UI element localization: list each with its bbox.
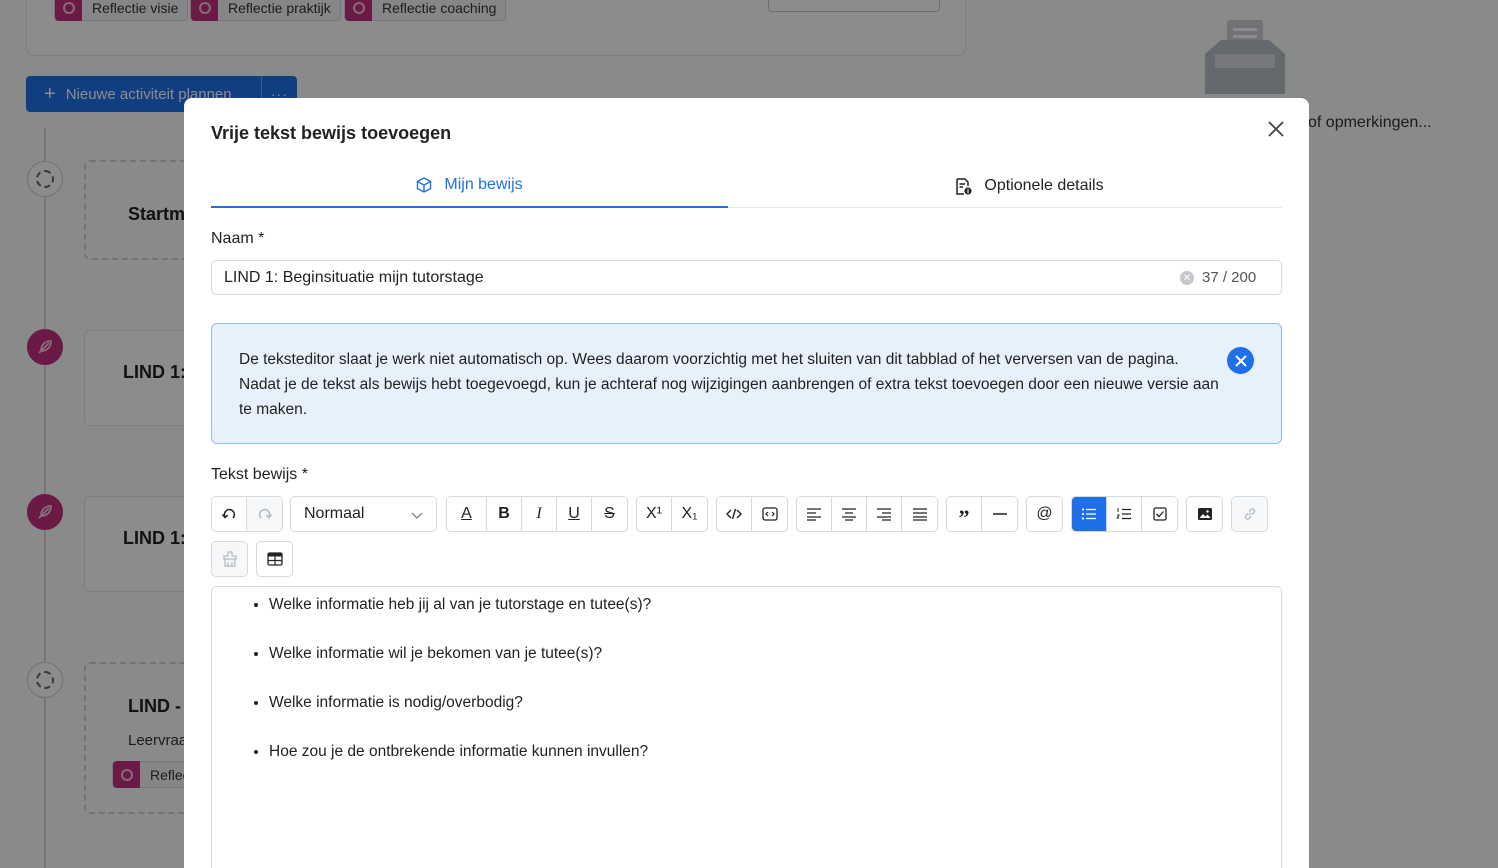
block-group: ”: [946, 496, 1018, 532]
name-input[interactable]: [224, 261, 1124, 294]
list-item: Welke informatie is nodig/overbodig?: [269, 693, 651, 712]
chevron-down-icon: [411, 512, 423, 519]
align-right-icon: [877, 508, 891, 521]
alert-text: De teksteditor slaat je werk niet automa…: [239, 351, 1219, 418]
align-center-button[interactable]: [832, 497, 867, 531]
text-color-button[interactable]: A: [447, 497, 487, 531]
italic-icon: I: [536, 505, 542, 522]
mention-button[interactable]: @: [1027, 497, 1062, 531]
format-group: A B I U S: [446, 496, 628, 532]
clear-formatting-button[interactable]: [212, 542, 247, 576]
link-group: [1231, 496, 1268, 532]
inline-code-button[interactable]: [717, 497, 752, 531]
list-item: Welke informatie heb jij al van je tutor…: [269, 595, 651, 614]
link-icon: [1244, 508, 1255, 520]
table-icon: [266, 552, 283, 566]
tab-bar: Mijn bewijs Optionele details: [211, 164, 1282, 208]
script-group: X¹ X₁: [636, 496, 708, 532]
insert-image-button[interactable]: [1187, 497, 1222, 531]
clear-format-group: [211, 541, 248, 577]
dismiss-alert-button[interactable]: [1227, 347, 1254, 374]
justify-icon: [912, 508, 927, 521]
code-group: [716, 496, 788, 532]
undo-button[interactable]: [212, 497, 247, 531]
autosave-warning: De teksteditor slaat je werk niet automa…: [211, 323, 1282, 444]
undo-icon: [221, 508, 236, 519]
list-item: Hoe zou je de ontbrekende informatie kun…: [269, 742, 651, 761]
code-block-button[interactable]: [752, 497, 787, 531]
underline-icon: U: [568, 505, 580, 522]
ordered-list-icon: [1116, 508, 1131, 520]
align-right-button[interactable]: [867, 497, 902, 531]
justify-button[interactable]: [902, 497, 937, 531]
image-group: [1186, 496, 1223, 532]
name-label: Naam *: [211, 230, 265, 247]
char-counter: 37 / 200: [1202, 269, 1257, 286]
insert-link-button[interactable]: [1232, 497, 1267, 531]
task-list-button[interactable]: [1142, 497, 1177, 531]
checkbox-icon: [1152, 507, 1167, 521]
clear-formatting-icon: [222, 551, 237, 567]
code-icon: [726, 508, 742, 520]
at-icon: @: [1036, 505, 1053, 522]
list-group: [1071, 496, 1178, 532]
bullet-list-button[interactable]: [1072, 497, 1107, 531]
close-icon: [1234, 354, 1247, 367]
italic-button[interactable]: I: [522, 497, 557, 531]
underline-button[interactable]: U: [557, 497, 592, 531]
image-icon: [1197, 508, 1212, 520]
code-block-icon: [761, 507, 778, 521]
superscript-icon: X¹: [646, 505, 662, 522]
redo-icon: [258, 508, 272, 519]
strikethrough-button[interactable]: S: [592, 497, 627, 531]
close-icon[interactable]: [1265, 118, 1287, 140]
subscript-button[interactable]: X₁: [672, 497, 707, 531]
blockquote-button[interactable]: ”: [947, 497, 982, 531]
horizontal-rule-button[interactable]: [982, 497, 1017, 531]
align-left-icon: [807, 508, 821, 521]
text-evidence-label: Tekst bewijs *: [211, 466, 308, 483]
document-info-icon: [955, 177, 973, 195]
history-group: [211, 496, 283, 532]
align-center-icon: [842, 508, 856, 521]
ordered-list-button[interactable]: [1107, 497, 1142, 531]
alignment-group: [796, 496, 938, 532]
rich-text-editor[interactable]: Welke informatie heb jij al van je tutor…: [211, 586, 1282, 868]
subscript-icon: X₁: [681, 505, 698, 522]
modal-title: Vrije tekst bewijs toevoegen: [211, 123, 452, 143]
horizontal-rule-icon: [992, 513, 1007, 515]
bullet-list: Welke informatie heb jij al van je tutor…: [269, 595, 651, 791]
text-color-icon: A: [461, 505, 472, 522]
cube-icon: [416, 177, 432, 193]
align-left-button[interactable]: [797, 497, 832, 531]
redo-button[interactable]: [247, 497, 282, 531]
table-group: [256, 541, 293, 577]
block-style-select[interactable]: Normaal: [290, 496, 437, 532]
tab-mijn-bewijs[interactable]: Mijn bewijs: [211, 164, 728, 208]
list-item: Welke informatie wil je bekomen van je t…: [269, 644, 651, 663]
superscript-button[interactable]: X¹: [637, 497, 672, 531]
add-text-evidence-modal: Vrije tekst bewijs toevoegen Mijn bewijs…: [184, 98, 1309, 868]
tab-optionele-details[interactable]: Optionele details: [771, 164, 1288, 208]
strikethrough-icon: S: [604, 505, 615, 522]
name-field: ✕ 37 / 200: [211, 260, 1282, 295]
bullet-list-icon: [1081, 508, 1096, 520]
bold-icon: B: [498, 505, 510, 522]
insert-table-button[interactable]: [257, 542, 292, 576]
quote-icon: ”: [958, 505, 970, 530]
clear-icon[interactable]: ✕: [1180, 271, 1194, 285]
mention-group: @: [1026, 496, 1063, 532]
bold-button[interactable]: B: [487, 497, 522, 531]
